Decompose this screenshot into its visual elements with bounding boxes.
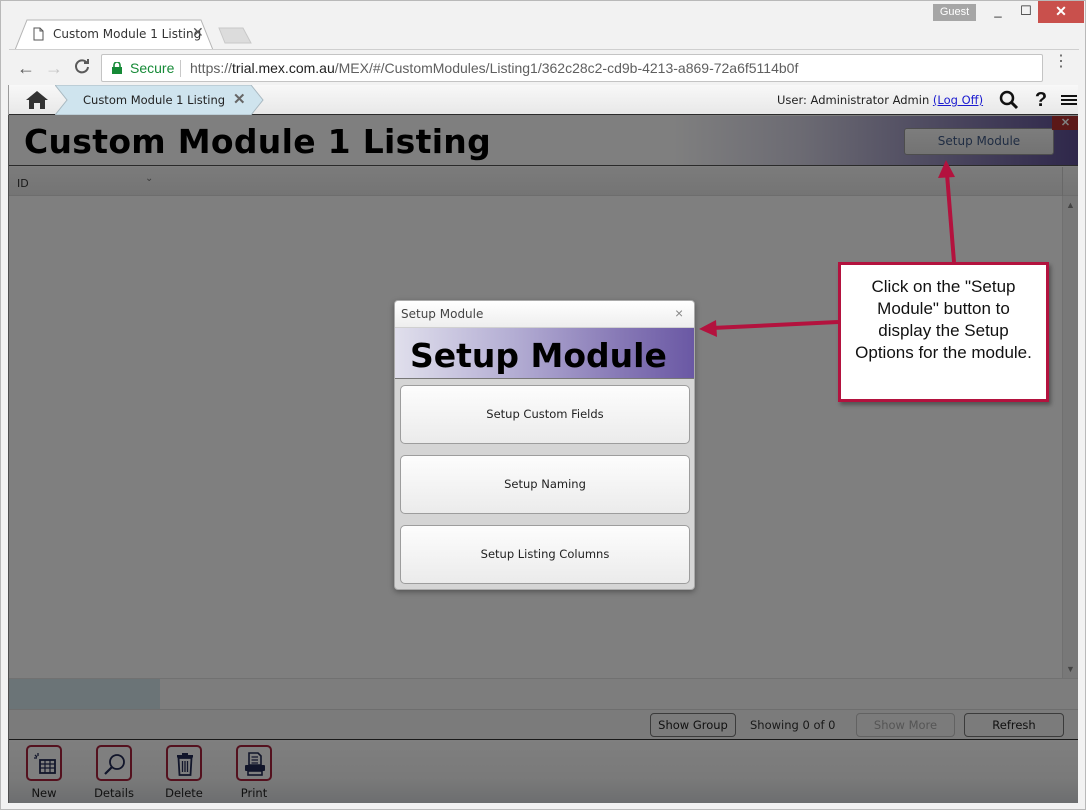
reload-button[interactable] — [71, 57, 93, 79]
title-bar: Custom Module 1 Listing ✕ Guest _ ☐ ✕ — [1, 1, 1085, 50]
reload-icon — [75, 59, 89, 74]
log-off-link[interactable]: (Log Off) — [933, 93, 983, 107]
user-info: User: Administrator Admin (Log Off) — [777, 93, 983, 107]
setup-listing-columns-button[interactable]: Setup Listing Columns — [400, 525, 690, 584]
window-close-button[interactable]: ✕ — [1038, 1, 1084, 23]
setup-naming-button[interactable]: Setup Naming — [400, 455, 690, 514]
tab-close-icon[interactable]: ✕ — [192, 25, 204, 41]
breadcrumb-label: Custom Module 1 Listing — [83, 93, 226, 107]
url-host: trial.mex.com.au — [232, 60, 335, 76]
maximize-button[interactable]: ☐ — [1011, 1, 1041, 23]
url-text: https://trial.mex.com.au/MEX/#/CustomMod… — [190, 60, 798, 76]
url-scheme: https:// — [190, 60, 233, 76]
user-label: User: Administrator Admin — [777, 93, 930, 107]
lock-icon — [112, 62, 122, 74]
dialog-title-bar: Setup Module × — [395, 301, 694, 328]
tab-title: Custom Module 1 Listing — [53, 27, 202, 41]
breadcrumb-custom-module[interactable]: Custom Module 1 Listing ✕ — [55, 85, 265, 115]
dialog-title: Setup Module — [401, 307, 484, 321]
new-tab-button[interactable] — [217, 27, 253, 44]
browser-tab[interactable]: Custom Module 1 Listing ✕ — [15, 19, 215, 50]
app-nav-bar: Custom Module 1 Listing ✕ User: Administ… — [9, 85, 1078, 115]
page-icon — [33, 27, 44, 41]
help-icon[interactable]: ? — [1031, 90, 1051, 110]
url-separator — [180, 60, 181, 77]
dialog-close-icon[interactable]: × — [675, 305, 683, 321]
breadcrumb-close-icon[interactable]: ✕ — [233, 90, 246, 108]
security-label: Secure — [130, 60, 175, 76]
dialog-heading: Setup Module — [410, 336, 667, 375]
browser-menu-icon[interactable]: ⋮ — [1053, 54, 1069, 70]
setup-custom-fields-button[interactable]: Setup Custom Fields — [400, 385, 690, 444]
hamburger-menu-icon[interactable] — [1059, 90, 1078, 110]
forward-button[interactable]: → — [43, 57, 65, 79]
search-icon[interactable] — [999, 90, 1019, 110]
address-bar: ← → Secure https://trial.mex.com.au/MEX/… — [9, 49, 1079, 86]
minimize-button[interactable]: _ — [983, 1, 1013, 23]
url-path: /MEX/#/CustomModules/Listing1/362c28c2-c… — [334, 60, 799, 76]
url-input[interactable]: Secure https://trial.mex.com.au/MEX/#/Cu… — [101, 54, 1043, 82]
dialog-banner: Setup Module — [395, 328, 694, 379]
profile-badge[interactable]: Guest — [933, 4, 976, 21]
setup-module-dialog: Setup Module × Setup Module Setup Custom… — [394, 300, 695, 590]
annotation-callout: Click on the "Setup Module" button to di… — [838, 262, 1049, 402]
home-button[interactable] — [13, 86, 57, 114]
back-button[interactable]: ← — [15, 57, 37, 79]
